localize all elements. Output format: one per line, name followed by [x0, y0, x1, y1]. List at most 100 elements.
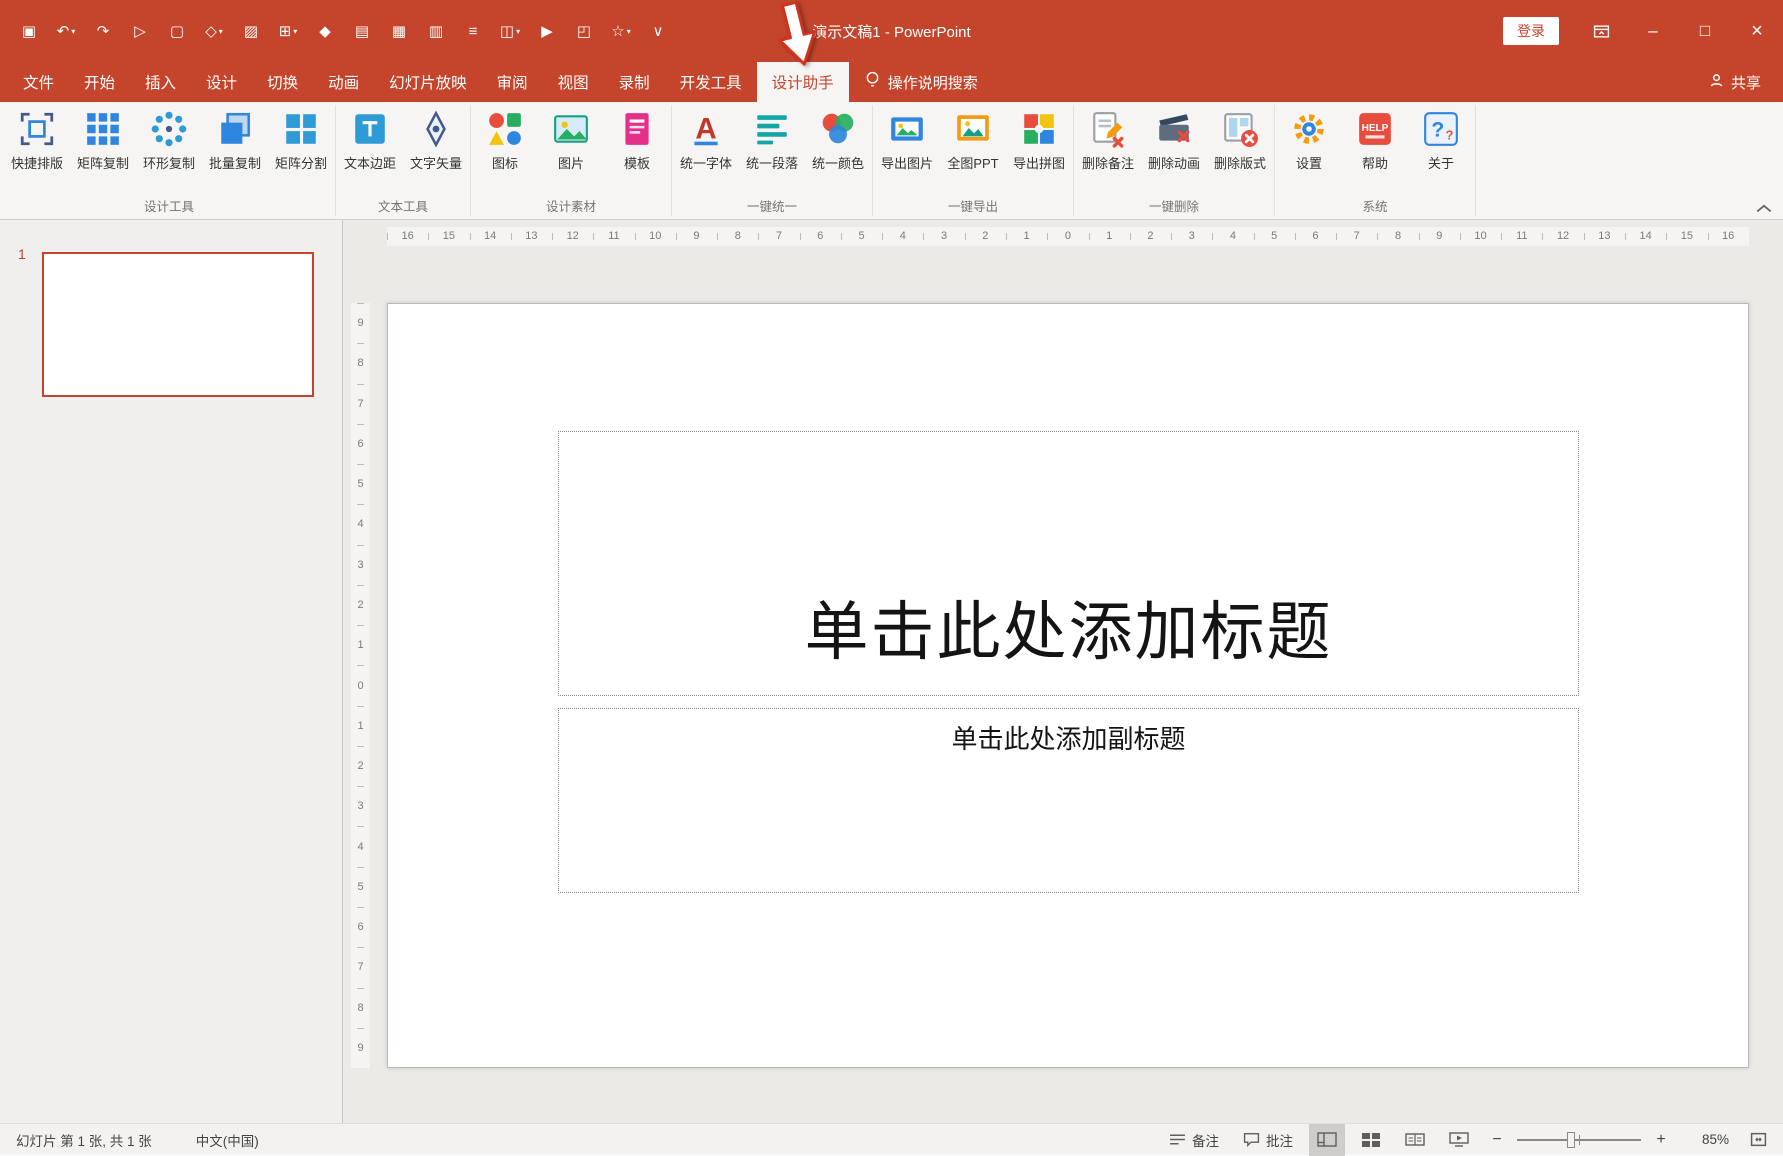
- ribbon-group-3: A 统一字体 统一段落 统一颜色 一键统一: [673, 102, 871, 219]
- ribbon-button-picture[interactable]: 图片: [538, 107, 604, 175]
- reading-view-button[interactable]: [1397, 1124, 1433, 1156]
- ribbon-button-unify-para[interactable]: 统一段落: [739, 107, 805, 175]
- star-icon[interactable]: ☆ ▾: [604, 13, 638, 49]
- ribbon-button-unify-color[interactable]: 统一颜色: [805, 107, 871, 175]
- subtitle-placeholder[interactable]: 单击此处添加副标题: [558, 708, 1579, 893]
- maximize-button[interactable]: □: [1679, 0, 1731, 62]
- tab-home[interactable]: 开始: [69, 62, 130, 102]
- slideshow-icon[interactable]: ▶: [530, 13, 564, 49]
- title-placeholder[interactable]: 单击此处添加标题: [558, 431, 1579, 696]
- tab-slideshow[interactable]: 幻灯片放映: [374, 62, 482, 102]
- table-icon[interactable]: ▦: [382, 13, 416, 49]
- ribbon-group-label: 一键导出: [947, 200, 998, 214]
- batch-copy-icon: [216, 110, 254, 148]
- tab-design[interactable]: 设计: [191, 62, 252, 102]
- tab-record[interactable]: 录制: [604, 62, 665, 102]
- export-image-icon: [888, 110, 926, 148]
- ribbon-button-settings[interactable]: 设置: [1276, 107, 1342, 175]
- ruler-mark: 7: [351, 947, 370, 987]
- ribbon-button-ring-copy[interactable]: 环形复制: [136, 107, 202, 175]
- ribbon-button-matrix-split[interactable]: 矩阵分割: [268, 107, 334, 175]
- ring-copy-icon: [150, 110, 188, 148]
- share-button[interactable]: 共享: [1709, 62, 1761, 102]
- ribbon-button-about[interactable]: ?? 关于: [1408, 107, 1474, 175]
- shapes-icon[interactable]: ◇ ▾: [197, 13, 231, 49]
- ribbon-button-export-puzzle[interactable]: 导出拼图: [1006, 107, 1072, 175]
- group-separator: [335, 105, 336, 216]
- customize-qat-icon[interactable]: ∨: [641, 13, 675, 49]
- folder-icon[interactable]: ◰: [567, 13, 601, 49]
- ribbon-button-text-vector[interactable]: 文字矢量: [403, 107, 469, 175]
- redo-icon[interactable]: ↷: [86, 13, 120, 49]
- ribbon-button-matrix-copy[interactable]: 矩阵复制: [70, 107, 136, 175]
- notes-toggle[interactable]: 备注: [1161, 1124, 1227, 1156]
- login-button[interactable]: 登录: [1503, 17, 1559, 45]
- ribbon-button-label: 帮助: [1361, 156, 1388, 171]
- chart-icon[interactable]: ▥: [419, 13, 453, 49]
- tab-insert[interactable]: 插入: [130, 62, 191, 102]
- close-button[interactable]: ×: [1731, 0, 1783, 62]
- ribbon-button-quick-layout[interactable]: 快捷排版: [4, 107, 70, 175]
- tab-developer[interactable]: 开发工具: [665, 62, 757, 102]
- ribbon-button-full-ppt[interactable]: 全图PPT: [940, 107, 1006, 175]
- save-icon[interactable]: ▣: [12, 13, 46, 49]
- language-status[interactable]: 中文(中国): [196, 1130, 259, 1150]
- ribbon-button-template[interactable]: 模板: [604, 107, 670, 175]
- ribbon-tab-bar: 文件 开始 插入 设计 切换 动画 幻灯片放映 审阅 视图 录制 开发工具 设计助手 操作说明搜索 共…: [0, 62, 1783, 102]
- slide-count-status: 幻灯片 第 1 张, 共 1 张: [16, 1133, 152, 1149]
- slide-thumbnail[interactable]: [42, 252, 314, 397]
- comments-toggle[interactable]: 批注: [1235, 1124, 1301, 1156]
- ribbon-button-label: 文本边距: [343, 156, 396, 171]
- slideshow-icon: [1449, 1132, 1469, 1147]
- ruler-mark: 1: [1088, 227, 1130, 246]
- zoom-slider[interactable]: [1517, 1124, 1641, 1156]
- format-painter-icon[interactable]: ▨: [234, 13, 268, 49]
- comment-icon: [1243, 1132, 1260, 1147]
- start-slideshow-icon[interactable]: ▷: [123, 13, 157, 49]
- columns-icon[interactable]: ◫ ▾: [493, 13, 527, 49]
- ribbon-button-help[interactable]: HELP 帮助: [1342, 107, 1408, 175]
- ribbon-button-delete-layout[interactable]: 删除版式: [1207, 107, 1273, 175]
- zoom-percentage[interactable]: 85%: [1681, 1132, 1729, 1147]
- ribbon-button-icon-lib[interactable]: 图标: [472, 107, 538, 175]
- unify-font-icon: A: [687, 110, 725, 148]
- ribbon-button-batch-copy[interactable]: 批量复制: [202, 107, 268, 175]
- undo-icon[interactable]: ↶ ▾: [49, 13, 83, 49]
- tell-me-search[interactable]: 操作说明搜索: [865, 62, 978, 102]
- connector-icon[interactable]: ⊞ ▾: [271, 13, 305, 49]
- tab-design-assistant[interactable]: 设计助手: [756, 62, 849, 102]
- slide-sorter-view-button[interactable]: [1353, 1124, 1389, 1156]
- minimize-button[interactable]: –: [1627, 0, 1679, 62]
- ruler-mark: 6: [1294, 227, 1336, 246]
- ruler-mark: 9: [1418, 227, 1460, 246]
- ribbon-button-delete-anim[interactable]: 删除动画: [1141, 107, 1207, 175]
- cut-icon[interactable]: ▤: [345, 13, 379, 49]
- normal-view-button[interactable]: [1309, 1123, 1345, 1156]
- slideshow-view-button[interactable]: [1441, 1124, 1477, 1156]
- tab-file[interactable]: 文件: [8, 62, 69, 102]
- tab-view[interactable]: 视图: [543, 62, 604, 102]
- chevron-up-icon: [1756, 204, 1772, 212]
- brush-icon[interactable]: ◆: [308, 13, 342, 49]
- fit-slide-button[interactable]: [1743, 1124, 1773, 1156]
- tab-review[interactable]: 审阅: [482, 62, 543, 102]
- new-file-icon[interactable]: ▢: [160, 13, 194, 49]
- ribbon-button-delete-note[interactable]: 删除备注: [1075, 107, 1141, 175]
- text-box-icon[interactable]: ≡: [456, 13, 490, 49]
- ribbon-button-label: 统一段落: [745, 156, 798, 171]
- ribbon-button-label: 关于: [1427, 156, 1454, 171]
- tab-transitions[interactable]: 切换: [252, 62, 313, 102]
- title-placeholder-text: 单击此处添加标题: [804, 596, 1333, 668]
- about-icon: ??: [1422, 110, 1460, 148]
- collapse-ribbon-button[interactable]: [1755, 201, 1773, 215]
- zoom-out-button[interactable]: −: [1485, 1131, 1509, 1149]
- ribbon-button-unify-font[interactable]: A 统一字体: [673, 107, 739, 175]
- ruler-mark: 4: [351, 504, 370, 544]
- ribbon-button-text-margin[interactable]: 文本边距: [337, 107, 403, 175]
- ribbon-button-export-image[interactable]: 导出图片: [874, 107, 940, 175]
- tab-animations[interactable]: 动画: [313, 62, 374, 102]
- zoom-in-button[interactable]: +: [1649, 1131, 1673, 1149]
- zoom-slider-thumb[interactable]: [1566, 1131, 1575, 1148]
- ribbon-display-options-button[interactable]: [1575, 0, 1627, 62]
- comments-label: 批注: [1266, 1133, 1293, 1149]
